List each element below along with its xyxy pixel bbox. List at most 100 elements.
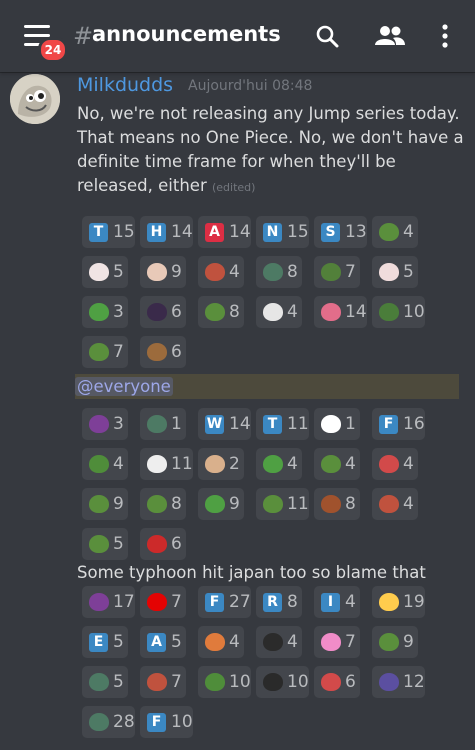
reaction-button[interactable]: 19 xyxy=(372,586,425,618)
reaction-button[interactable]: 4 xyxy=(372,448,418,480)
reaction-count: 8 xyxy=(229,302,240,322)
reaction-button[interactable]: 6 xyxy=(314,666,360,698)
reaction-button[interactable]: 6 xyxy=(140,296,186,328)
reaction-button[interactable]: 5 xyxy=(372,256,418,288)
reaction-count: 16 xyxy=(403,414,425,434)
reaction-count: 5 xyxy=(113,534,124,554)
reaction-button[interactable]: 7 xyxy=(314,626,360,658)
reaction-button[interactable]: 2 xyxy=(198,448,244,480)
reaction-count: 28 xyxy=(113,712,135,732)
reaction-button[interactable]: 1 xyxy=(314,408,360,440)
reaction-button[interactable]: 4 xyxy=(82,448,128,480)
pink-anime-icon xyxy=(320,302,341,323)
reaction-button[interactable]: F 27 xyxy=(198,586,251,618)
letter-f-pepe-icon: F xyxy=(146,712,167,733)
reaction-count: 7 xyxy=(345,262,356,282)
reaction-count: 14 xyxy=(171,222,193,242)
reaction-button[interactable]: S 13 xyxy=(314,216,367,248)
reaction-button[interactable]: R8 xyxy=(256,586,302,618)
channel-header: 24 # announcements xyxy=(0,0,475,72)
eggplant-icon xyxy=(88,414,109,435)
reaction-button[interactable]: N 15 xyxy=(256,216,309,248)
message-timestamp: Aujourd'hui 08:48 xyxy=(188,78,313,94)
reaction-button[interactable]: 7 xyxy=(140,666,186,698)
everyone-mention[interactable]: @everyone xyxy=(75,377,173,396)
reaction-button[interactable]: 7 xyxy=(314,256,360,288)
letter-n-icon: N xyxy=(262,222,283,243)
pepe-think-icon xyxy=(146,494,167,515)
reaction-button[interactable]: 7 xyxy=(82,336,128,368)
reaction-button[interactable]: 6 xyxy=(140,336,186,368)
reaction-button[interactable]: 1 xyxy=(140,408,186,440)
reaction-button[interactable]: 4 xyxy=(372,488,418,520)
reaction-button[interactable]: 9 xyxy=(82,488,128,520)
reaction-count: 17 xyxy=(113,592,135,612)
reaction-button[interactable]: 10 xyxy=(372,296,425,328)
reaction-button[interactable]: 4 xyxy=(314,448,360,480)
reaction-button[interactable]: 10 xyxy=(256,666,309,698)
reaction-button[interactable]: 4 xyxy=(256,448,302,480)
reaction-button[interactable]: W 14 xyxy=(198,408,251,440)
cat-emote-icon xyxy=(378,262,399,283)
reaction-button[interactable]: 7 xyxy=(140,586,186,618)
reaction-button[interactable]: 9 xyxy=(140,256,186,288)
reaction-count: 5 xyxy=(113,672,124,692)
sketch-face-icon xyxy=(146,454,167,475)
letter-a-icon: A xyxy=(204,222,225,243)
reaction-button[interactable]: F 16 xyxy=(372,408,425,440)
reaction-count: 8 xyxy=(287,592,298,612)
reaction-button[interactable]: 11 xyxy=(256,488,309,520)
reaction-button[interactable]: 8 xyxy=(140,488,186,520)
search-icon[interactable] xyxy=(309,18,345,54)
reaction-button[interactable]: 11 xyxy=(140,448,193,480)
reaction-button[interactable]: 5 xyxy=(82,528,128,560)
reaction-count: 4 xyxy=(229,262,240,282)
reaction-button[interactable]: 4 xyxy=(198,626,244,658)
reaction-button[interactable]: 4 xyxy=(372,216,418,248)
pepe-point-icon xyxy=(204,302,225,323)
reaction-button[interactable]: 3 xyxy=(82,408,128,440)
reaction-count: 9 xyxy=(113,494,124,514)
letter-s-icon: S xyxy=(320,222,341,243)
reaction-button[interactable]: 4 xyxy=(256,626,302,658)
reaction-count: 4 xyxy=(403,222,414,242)
reaction-button[interactable]: 12 xyxy=(372,666,425,698)
pepe-ball-icon xyxy=(262,454,283,475)
reaction-button[interactable]: T 11 xyxy=(256,408,309,440)
reaction-button[interactable]: A 14 xyxy=(198,216,251,248)
reaction-button[interactable]: 8 xyxy=(314,488,360,520)
mention-highlight: @everyone xyxy=(75,374,459,399)
reaction-button[interactable]: 28 xyxy=(82,706,135,738)
reaction-button[interactable]: 9 xyxy=(372,626,418,658)
reaction-button[interactable]: 14 xyxy=(314,296,367,328)
meat-emote-icon xyxy=(146,672,167,693)
reaction-button[interactable]: 3 xyxy=(82,296,128,328)
reaction-button[interactable]: 4 xyxy=(198,256,244,288)
reaction-button[interactable]: T 15 xyxy=(82,216,135,248)
reaction-count: 7 xyxy=(171,592,182,612)
reaction-button[interactable]: 8 xyxy=(256,256,302,288)
reaction-button[interactable]: I4 xyxy=(314,586,360,618)
reaction-button[interactable]: 5 xyxy=(82,256,128,288)
reaction-button[interactable]: 8 xyxy=(198,296,244,328)
avatar[interactable] xyxy=(10,74,60,124)
message-author[interactable]: Milkdudds xyxy=(77,74,173,96)
reaction-count: 4 xyxy=(345,592,356,612)
reaction-button[interactable]: A5 xyxy=(140,626,186,658)
reaction-button[interactable]: 10 xyxy=(198,666,251,698)
members-icon[interactable] xyxy=(372,18,408,54)
reaction-button[interactable]: F 10 xyxy=(140,706,193,738)
overflow-menu-icon[interactable] xyxy=(427,18,463,54)
reaction-button[interactable]: 17 xyxy=(82,586,135,618)
reaction-button[interactable]: 5 xyxy=(82,666,128,698)
reaction-button[interactable]: 9 xyxy=(198,488,244,520)
reaction-button[interactable]: 6 xyxy=(140,528,186,560)
reaction-count: 3 xyxy=(113,414,124,434)
pepe-laugh-icon xyxy=(88,454,109,475)
reaction-button[interactable]: 4 xyxy=(256,296,302,328)
message-list[interactable]: Milkdudds Aujourd'hui 08:48 No, we're no… xyxy=(0,72,475,750)
reaction-count: 9 xyxy=(171,262,182,282)
reaction-button[interactable]: H 14 xyxy=(140,216,193,248)
reaction-button[interactable]: E5 xyxy=(82,626,128,658)
letter-e-icon: E xyxy=(88,632,109,653)
